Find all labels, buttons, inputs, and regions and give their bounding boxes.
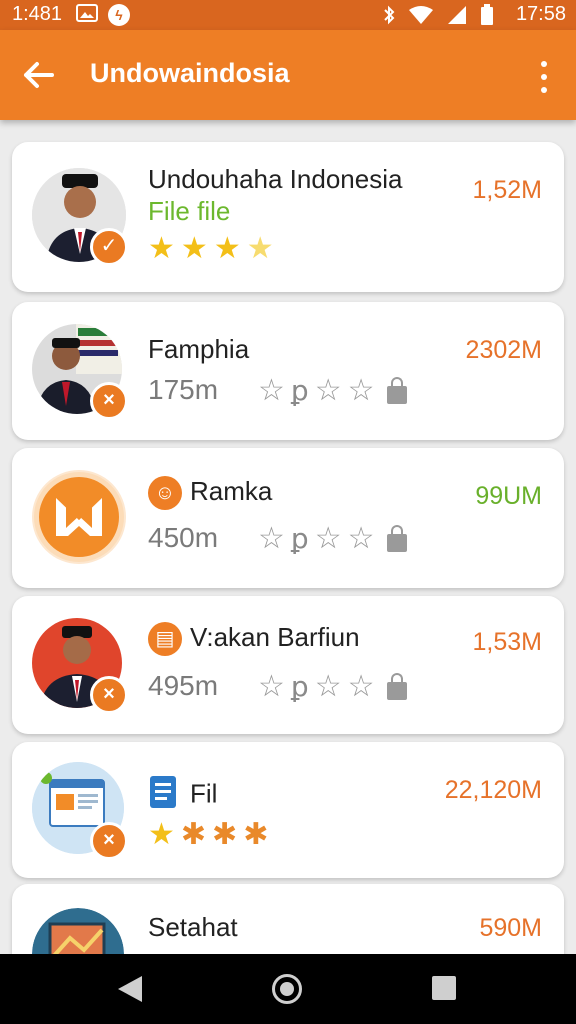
- item-title: Setahat: [148, 912, 238, 942]
- star-outline-icon: ☆: [347, 670, 375, 703]
- arrow-left-icon: [24, 62, 54, 88]
- status-time-right: 17:58: [515, 3, 566, 25]
- avatar-wrap: ✓: [32, 168, 142, 278]
- close-badge-icon: ×: [90, 822, 128, 860]
- envelope-logo-icon: [32, 470, 126, 564]
- item-title: ☺ Ramka: [148, 476, 273, 511]
- item-size: 1,53M: [472, 628, 542, 656]
- list-item[interactable]: ✓ Undouhaha Indonesia File file ★ ★ ★ ★ …: [12, 142, 564, 292]
- wifi-icon: [409, 6, 433, 24]
- item-glyph: ꝑ: [290, 671, 309, 702]
- star-outline-icon: ☆: [347, 374, 375, 407]
- rating-stars: ☆ ꝑ ☆ ☆: [258, 672, 407, 702]
- rating-stars: ★ ★ ★ ★: [148, 234, 274, 264]
- star-outline-icon: ☆: [258, 374, 285, 407]
- rating-stars: ☆ ꝑ ☆ ☆: [258, 524, 407, 554]
- star-filled-icon: ★: [148, 232, 175, 265]
- clipboard-icon: ▤: [148, 622, 182, 657]
- document-icon: [148, 774, 180, 817]
- back-button[interactable]: [16, 52, 62, 98]
- item-size: 1,52M: [472, 176, 542, 204]
- status-bar: 1:481 ϟ 17:58: [0, 0, 576, 30]
- status-time-left: 1:481: [12, 3, 63, 25]
- page-title: Undowaindosia: [90, 58, 290, 88]
- lock-icon: [386, 377, 407, 404]
- nav-back-icon[interactable]: [118, 976, 142, 1002]
- star-outline-icon: ☆: [314, 670, 342, 703]
- image-icon: [76, 4, 98, 22]
- star-partial-icon: ✱: [212, 818, 238, 851]
- avatar-wrap: [32, 470, 142, 580]
- star-partial-icon: ✱: [180, 818, 207, 851]
- star-filled-icon: ★: [180, 232, 208, 265]
- close-badge-icon: ×: [90, 676, 128, 714]
- star-filled-icon: ★: [148, 818, 175, 851]
- item-size: 99UM: [475, 482, 542, 510]
- status-icons-right: [382, 4, 494, 26]
- item-glyph: ꝑ: [290, 375, 309, 406]
- rating-stars: ☆ ꝑ ☆ ☆: [258, 376, 407, 406]
- smile-icon: ☺: [148, 476, 182, 511]
- item-title-text: Ramka: [190, 476, 273, 506]
- star-outline-icon: ☆: [258, 522, 285, 555]
- battery-icon: [481, 4, 493, 25]
- star-outline-icon: ☆: [314, 522, 342, 555]
- item-size: 22,120M: [444, 776, 542, 804]
- item-meta: 450m: [148, 522, 219, 553]
- item-subtitle: File file: [148, 196, 231, 226]
- avatar-wrap: ×: [32, 618, 142, 728]
- signal-icon: [448, 6, 466, 24]
- list-item[interactable]: × Famphia 175m ☆ ꝑ ☆ ☆ 2302M: [12, 302, 564, 440]
- item-size: 2302M: [465, 336, 542, 364]
- system-nav-bar: [0, 954, 576, 1024]
- star-partial-icon: ✱: [243, 818, 269, 851]
- item-title-text: Fil: [190, 778, 218, 809]
- bluetooth-icon: [384, 5, 395, 25]
- item-meta: 495m: [148, 670, 219, 701]
- nav-recents-icon[interactable]: [432, 976, 456, 1000]
- check-badge-icon: ✓: [90, 228, 128, 266]
- item-glyph: ꝑ: [290, 523, 309, 554]
- close-badge-icon: ×: [90, 382, 128, 420]
- more-vert-icon[interactable]: [526, 54, 562, 98]
- star-outline-icon: ☆: [347, 522, 375, 555]
- avatar-wrap: ×: [32, 324, 142, 434]
- item-title-text: V:akan Barfiun: [190, 622, 360, 652]
- status-icons-left: ϟ: [76, 4, 130, 26]
- star-half-icon: ★: [246, 232, 274, 265]
- star-outline-icon: ☆: [314, 374, 342, 407]
- item-title: ▤ V:akan Barfiun: [148, 622, 360, 657]
- list-item[interactable]: ☺ Ramka 450m ☆ ꝑ ☆ ☆ 99UM: [12, 448, 564, 588]
- list-item[interactable]: × Fil ★ ✱ ✱ ✱ 22,120M: [12, 742, 564, 878]
- lock-icon: [386, 673, 407, 700]
- star-filled-icon: ★: [213, 232, 241, 265]
- item-title: Undouhaha Indonesia: [148, 164, 403, 194]
- item-title: Fil: [148, 774, 217, 817]
- app-bar: Undowaindosia: [0, 30, 576, 120]
- star-outline-icon: ☆: [258, 670, 285, 703]
- rating-stars: ★ ✱ ✱ ✱: [148, 820, 268, 850]
- item-meta: 175m: [148, 374, 219, 405]
- item-size: 590M: [479, 914, 542, 942]
- list-item[interactable]: × ▤ V:akan Barfiun 495m ☆ ꝑ ☆ ☆ 1,53M: [12, 596, 564, 734]
- lock-icon: [386, 525, 407, 552]
- nav-home-icon[interactable]: [272, 974, 302, 1004]
- bolt-icon: ϟ: [108, 4, 130, 26]
- item-title: Famphia: [148, 334, 250, 364]
- avatar-wrap: ×: [32, 762, 142, 872]
